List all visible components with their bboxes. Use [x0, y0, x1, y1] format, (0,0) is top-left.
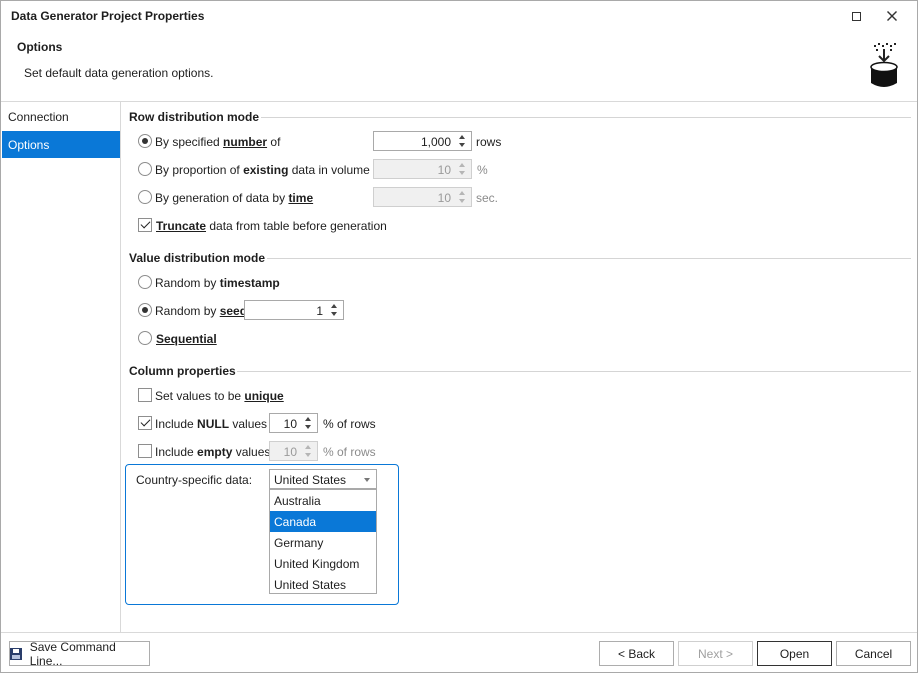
close-icon	[887, 11, 897, 21]
proportion-stepper[interactable]: 10	[373, 159, 472, 179]
next-label: Next >	[697, 646, 733, 661]
stepper-arrows[interactable]	[455, 132, 471, 150]
sidebar-item-label: Options	[8, 138, 50, 152]
sidebar: Connection Options	[1, 102, 121, 632]
by-number-label: By specified number of	[155, 135, 281, 149]
country-select-value: United States	[274, 473, 347, 487]
stepper-arrows[interactable]	[455, 188, 471, 206]
dropdown-option-united-states[interactable]: United States	[270, 574, 376, 595]
column-properties-title: Column properties	[129, 364, 236, 378]
section-divider	[267, 258, 911, 259]
empty-percent-stepper[interactable]: 10	[269, 441, 318, 461]
stepper-arrows[interactable]	[301, 414, 317, 432]
maximize-button[interactable]	[841, 6, 871, 26]
include-null-checkbox[interactable]	[138, 416, 152, 430]
by-proportion-radio[interactable]	[138, 162, 152, 176]
unique-label: Set values to be unique	[155, 389, 284, 403]
empty-percent-unit: % of rows	[323, 445, 376, 459]
title-bar: Data Generator Project Properties	[1, 1, 917, 31]
page-title: Options	[17, 40, 63, 54]
seconds-unit: sec.	[476, 191, 499, 205]
header-divider	[1, 101, 917, 102]
close-button[interactable]	[877, 6, 907, 26]
sidebar-item-connection[interactable]: Connection	[2, 103, 120, 130]
random-seed-label: Random by seed	[155, 304, 248, 318]
dropdown-option-germany[interactable]: Germany	[270, 532, 376, 553]
rows-count-stepper[interactable]: 1,000	[373, 131, 472, 151]
rows-unit: rows	[476, 135, 502, 149]
chevron-down-icon[interactable]	[358, 470, 376, 488]
open-label: Open	[779, 646, 810, 661]
cancel-label: Cancel	[854, 646, 893, 661]
save-command-line-button[interactable]: Save Command Line...	[9, 639, 150, 668]
sequential-label: Sequential	[156, 332, 217, 346]
include-empty-label: Include empty values	[155, 445, 271, 459]
by-number-radio[interactable]	[138, 134, 152, 148]
country-label: Country-specific data:	[136, 473, 253, 487]
save-icon	[10, 647, 22, 660]
next-button[interactable]: Next >	[678, 641, 753, 666]
null-percent-stepper[interactable]: 10	[269, 413, 318, 433]
proportion-value: 10	[437, 163, 451, 177]
footer-divider	[1, 632, 917, 633]
seed-stepper[interactable]: 1	[244, 300, 344, 320]
value-distribution-title: Value distribution mode	[129, 251, 266, 265]
time-stepper[interactable]: 10	[373, 187, 472, 207]
null-percent-value: 10	[283, 417, 297, 431]
maximize-icon	[851, 11, 861, 21]
by-time-label: By generation of data by time	[155, 191, 314, 205]
include-null-label: Include NULL values	[155, 417, 268, 431]
section-divider	[237, 371, 911, 372]
empty-percent-value: 10	[283, 445, 297, 459]
null-percent-unit: % of rows	[323, 417, 376, 431]
back-button[interactable]: < Back	[599, 641, 674, 666]
rows-count-value: 1,000	[420, 135, 451, 149]
by-proportion-label: By proportion of existing data in volume…	[155, 163, 384, 177]
stepper-arrows[interactable]	[327, 301, 343, 319]
by-time-radio[interactable]	[138, 190, 152, 204]
back-label: < Back	[617, 646, 656, 661]
seed-value: 1	[316, 304, 323, 318]
data-generator-icon	[870, 43, 898, 87]
time-value: 10	[437, 191, 451, 205]
stepper-arrows[interactable]	[301, 442, 317, 460]
save-command-line-label: Save Command Line...	[29, 639, 116, 668]
dropdown-option-australia[interactable]: Australia	[270, 490, 376, 511]
dialog-window: Data Generator Project Properties Option…	[0, 0, 918, 673]
sequential-radio[interactable]	[138, 331, 152, 345]
window-title: Data Generator Project Properties	[11, 9, 205, 23]
random-seed-radio[interactable]	[138, 303, 152, 317]
include-empty-checkbox[interactable]	[138, 444, 152, 458]
page-description: Set default data generation options.	[24, 66, 214, 80]
stepper-arrows[interactable]	[455, 160, 471, 178]
open-button[interactable]: Open	[757, 641, 832, 666]
unique-checkbox[interactable]	[138, 388, 152, 402]
sidebar-item-label: Connection	[8, 110, 69, 124]
row-distribution-title: Row distribution mode	[129, 110, 259, 124]
truncate-checkbox[interactable]	[138, 218, 152, 232]
dropdown-option-canada[interactable]: Canada	[270, 511, 376, 532]
truncate-label: Truncate data from table before generati…	[156, 219, 387, 233]
country-dropdown-list: Australia Canada Germany United Kingdom …	[269, 489, 377, 594]
sidebar-item-options[interactable]: Options	[2, 131, 120, 158]
section-divider	[261, 117, 911, 118]
random-timestamp-radio[interactable]	[138, 275, 152, 289]
percent-unit: %	[477, 163, 488, 177]
cancel-button[interactable]: Cancel	[836, 641, 911, 666]
dropdown-option-united-kingdom[interactable]: United Kingdom	[270, 553, 376, 574]
country-select[interactable]: United States	[269, 469, 377, 489]
random-timestamp-label: Random by timestamp	[155, 276, 280, 290]
